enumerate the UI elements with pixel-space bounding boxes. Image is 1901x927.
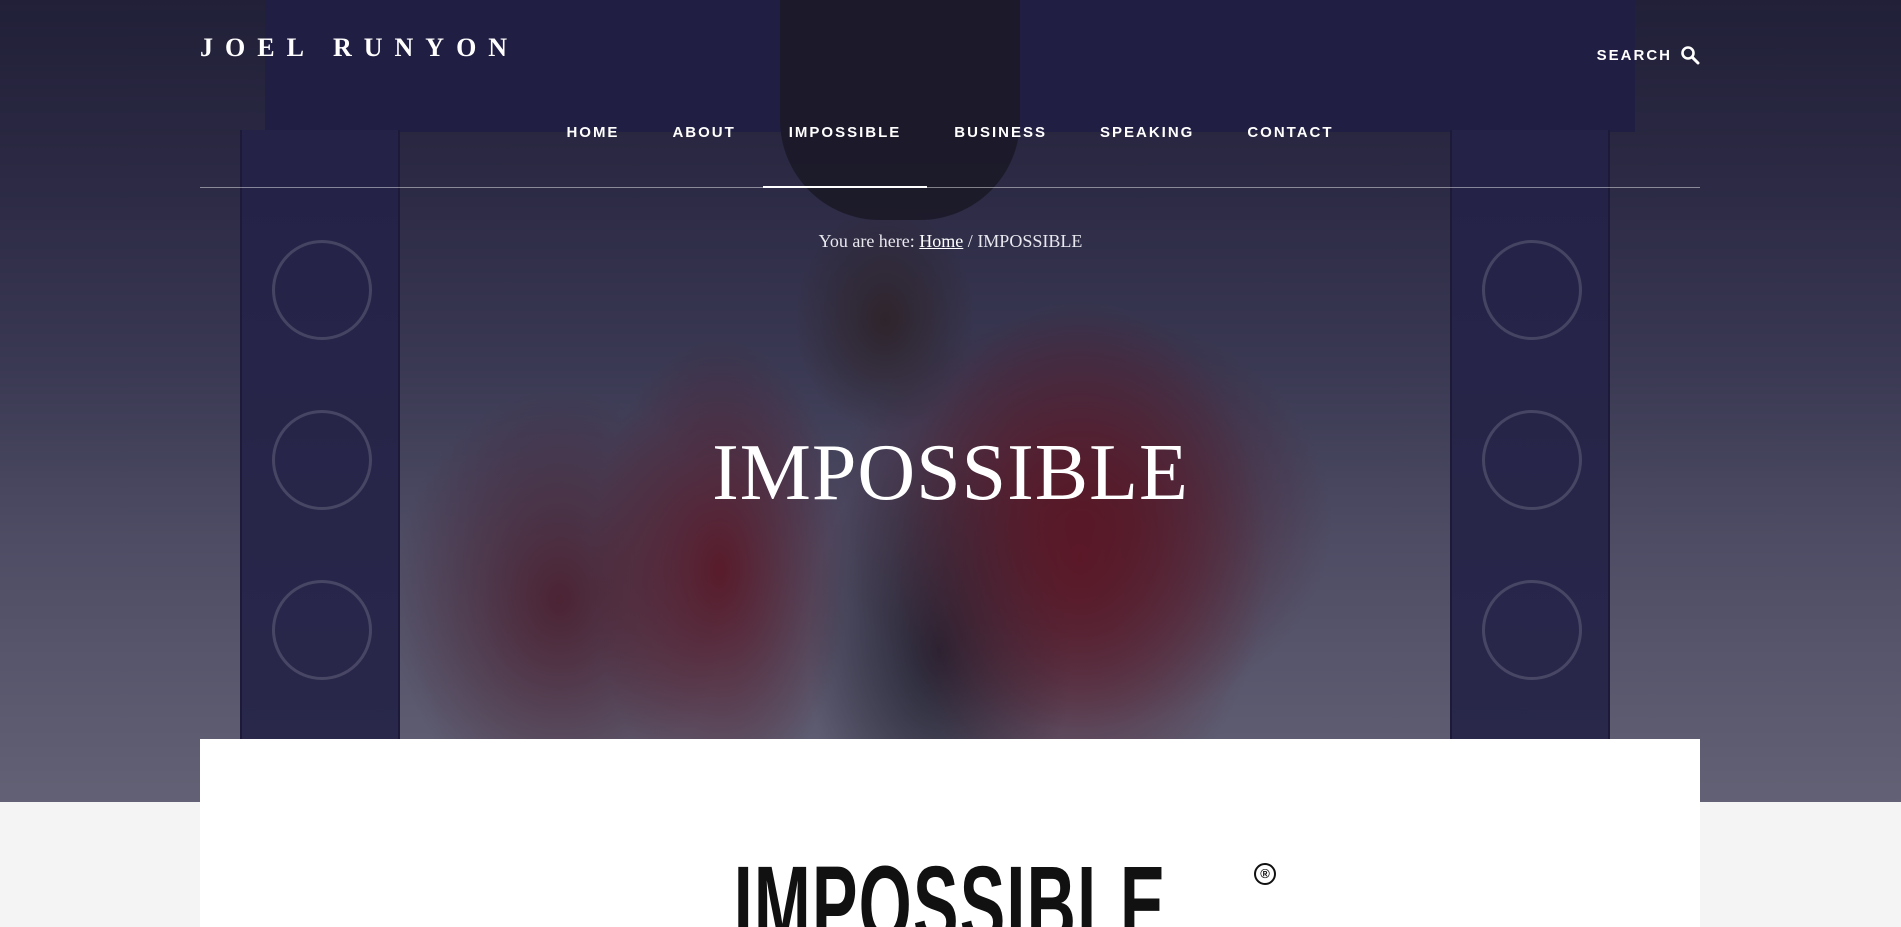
site-title-link[interactable]: JOEL RUNYON xyxy=(200,33,519,63)
logo-wordmark-text: IMPOSSIBLE xyxy=(733,851,1167,927)
nav-item-speaking[interactable]: SPEAKING xyxy=(1100,124,1194,187)
breadcrumb-prefix: You are here: xyxy=(818,231,915,251)
nav-item-contact[interactable]: CONTACT xyxy=(1247,124,1333,187)
breadcrumb-current: IMPOSSIBLE xyxy=(977,231,1083,251)
breadcrumb: You are here: Home / IMPOSSIBLE xyxy=(0,231,1901,252)
nav-item-impossible[interactable]: IMPOSSIBLE xyxy=(762,124,927,188)
nav-item-home[interactable]: HOME xyxy=(566,124,619,187)
nav-item-business[interactable]: BUSINESS xyxy=(954,124,1047,187)
search-icon xyxy=(1681,46,1700,65)
content-card: IMPOSSIBLE ® xyxy=(200,739,1700,927)
header-search-button[interactable]: SEARCH xyxy=(1597,45,1700,65)
site-header: JOEL RUNYON SEARCH HOME ABOUT IMPOSSIBLE… xyxy=(200,0,1700,188)
breadcrumb-separator: / xyxy=(967,231,973,251)
registered-mark-icon: ® xyxy=(1254,863,1276,885)
nav-item-about[interactable]: ABOUT xyxy=(672,124,735,187)
search-label: SEARCH xyxy=(1596,46,1672,64)
breadcrumb-home-link[interactable]: Home xyxy=(919,231,963,251)
page-title: IMPOSSIBLE xyxy=(712,429,1189,517)
impossible-logo: IMPOSSIBLE xyxy=(200,851,1700,927)
main-navigation: HOME ABOUT IMPOSSIBLE BUSINESS SPEAKING … xyxy=(200,124,1700,188)
